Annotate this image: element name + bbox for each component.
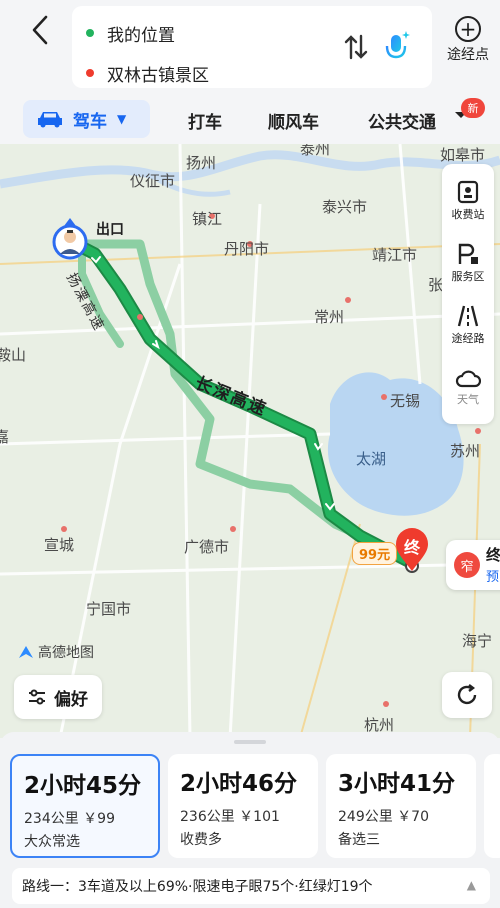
map-label-ningguo: 宁国市 [86,600,132,618]
toll-station-button[interactable]: 收费站 [442,170,494,232]
end-marker-label: 终 [403,538,420,557]
amap-logo: 高德地图 [18,642,94,662]
amap-logo-text: 高德地图 [38,645,94,661]
sliders-icon [29,689,45,705]
sheet-handle[interactable] [234,740,266,744]
waypoint-label: 途经点 [447,47,489,63]
destination-card[interactable]: 窄 终 预 [446,540,500,590]
tab-transit[interactable]: 公共交通 [368,108,440,133]
route-card-2[interactable]: 2小时46分 236公里 ￥101 收费多 [168,754,318,858]
map-label-haining: 海宁 [462,632,493,650]
route-options-sheet: 2小时45分 234公里 ￥99 大众常选 2小时46分 236公里 ￥101 … [0,732,500,908]
map-label-yizheng: 仪征市 [130,172,176,190]
destination-text: 双林古镇景区 [107,65,209,86]
toll-cost-tag: 99元 [352,542,398,565]
map-label-yangzhou: 扬州 [186,154,217,172]
map-label-danyang: 丹阳市 [224,240,270,258]
map-view[interactable]: 扬州 泰州 如皋市 仪征市 镇江 泰兴市 丹阳市 靖江市 张 常州 鞍山 无锡 … [0,144,500,738]
service-area-button[interactable]: 服务区 [442,232,494,294]
map-label-zhang: 张 [428,276,444,294]
via-road-label: 途经路 [451,332,485,345]
service-area-label: 服务区 [451,270,485,283]
map-label-taihu: 太湖 [356,450,387,468]
tab-drive[interactable]: 驾车 ▼ [23,100,150,138]
weather-label: 天气 [457,393,479,406]
route-info-bar[interactable]: 路线一：3车道及以上69%·限速电子眼75个·红绿灯19个 ▲ [12,868,490,904]
route-card-partial[interactable] [484,754,500,858]
map-label-jingjiang: 靖江市 [372,246,418,264]
narrow-road-badge: 窄 [454,552,480,578]
amap-logo-icon [19,646,33,658]
toll-station-label: 收费站 [451,208,485,221]
road-icon [457,305,479,327]
chevron-up-icon: ▲ [466,878,476,892]
service-area-icon [458,243,478,264]
mode-tabs: 驾车 ▼ 打车 顺风车 公共交通 [0,96,500,144]
route-distance-cost: 234公里 ￥99 [24,811,115,827]
map-tools-panel: 收费站 服务区 途经路 天气 [442,164,494,424]
destination-dot-icon [86,69,94,77]
destination-field[interactable]: 双林古镇景区 [86,59,209,87]
origin-dot-icon [86,29,94,37]
route-info-text: 路线一：3车道及以上69%·限速电子眼75个·红绿灯19个 [22,879,373,895]
add-waypoint-button[interactable]: + 途经点 [440,12,496,64]
route-distance-cost: 236公里 ￥101 [180,809,280,825]
map-label-xuancheng: 宣城 [44,536,75,554]
toll-icon [457,180,479,204]
route-distance-cost: 249公里 ￥70 [338,809,429,825]
weather-button[interactable]: 天气 [442,356,494,418]
map-label-suzhou: 苏州 [450,442,481,460]
route-tag: 备选三 [338,832,380,848]
swap-icon [344,34,368,60]
preference-button[interactable]: 偏好 [14,675,102,719]
new-badge: 新 [461,98,485,118]
chevron-left-icon [32,15,48,45]
map-label-changzhou: 常州 [314,308,345,326]
route-tag: 大众常选 [24,834,80,850]
tab-taxi[interactable]: 打车 [188,108,222,133]
map-label-taixing: 泰兴市 [322,198,368,216]
route-card-3[interactable]: 3小时41分 249公里 ￥70 备选三 [326,754,476,858]
map-label-rugao: 如皋市 [440,146,486,164]
preference-label: 偏好 [54,689,88,710]
cloud-icon [455,370,481,388]
origin-field[interactable]: 我的位置 [86,19,175,47]
route-cards: 2小时45分 234公里 ￥99 大众常选 2小时46分 236公里 ￥101 … [10,754,500,858]
voice-input-button[interactable] [384,30,410,64]
swap-button[interactable] [344,34,368,66]
route-tag: 收费多 [180,832,222,848]
plus-icon: + [455,16,481,42]
end-marker: 终 [394,528,430,572]
exit-label: 出口 [96,222,124,238]
map-label-zhenjiang: 镇江 [192,210,223,228]
refresh-icon [457,684,477,705]
destination-card-subtitle: 预 [486,570,500,585]
tab-carpool[interactable]: 顺风车 [268,108,319,133]
route-header: 我的位置 双林古镇景区 + 途经点 [0,0,500,96]
via-road-button[interactable]: 途经路 [442,294,494,356]
route-input-box: 我的位置 双林古镇景区 [72,6,432,88]
start-avatar-marker [52,218,88,260]
map-label-jia: 嘉 [0,428,10,446]
route-card-1[interactable]: 2小时45分 234公里 ￥99 大众常选 [10,754,160,858]
map-label-wuxi: 无锡 [390,392,421,410]
map-label-guangde: 广德市 [184,538,230,556]
map-label-taizhou: 泰州 [300,144,331,158]
route-time: 2小时46分 [180,771,298,797]
tab-drive-label: 驾车 [73,111,107,132]
origin-text: 我的位置 [107,25,175,46]
route-time: 3小时41分 [338,771,456,797]
route-time: 2小时45分 [24,773,142,799]
map-label-anshan: 鞍山 [0,346,27,364]
destination-card-title: 终 [486,546,500,564]
car-icon [38,112,62,128]
back-button[interactable] [22,12,58,48]
refresh-button[interactable] [442,672,492,718]
microphone-icon [385,31,410,62]
caret-down-icon: ▼ [117,112,127,126]
